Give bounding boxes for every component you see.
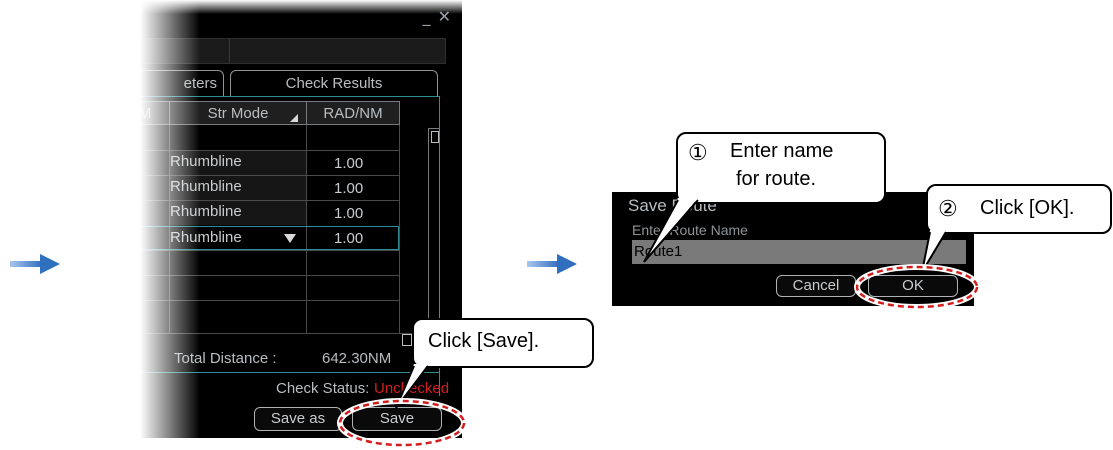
grid-line (140, 250, 400, 251)
column-header-label: M (140, 105, 152, 122)
tab-parameters[interactable]: eters (140, 70, 224, 96)
vertical-scrollbar[interactable] (428, 128, 440, 334)
save-as-button[interactable]: Save as (254, 407, 342, 431)
table-cell-str-mode[interactable]: Rhumbline (170, 201, 242, 223)
callout-text: for route. (736, 168, 817, 190)
cancel-button[interactable]: Cancel (776, 275, 856, 297)
table-cell-str-mode[interactable]: Rhumbline (170, 151, 242, 173)
table-cell-str-mode[interactable]: Rhumbline (170, 227, 242, 249)
callout-tail (921, 230, 947, 273)
total-distance-value: 642.30NM (322, 350, 392, 367)
ok-button[interactable]: OK (868, 275, 958, 297)
flow-arrow-icon (10, 254, 60, 274)
grid-line (399, 125, 400, 333)
check-status-label: Check Status: (276, 380, 370, 397)
column-header-label: Str Mode (207, 105, 269, 122)
step-number: ① (688, 140, 708, 165)
window-controls[interactable]: _ ✕ (423, 7, 453, 26)
callout-step1: ① Enter name for route. (676, 132, 886, 204)
flow-arrow-icon (527, 254, 577, 274)
divider (229, 39, 230, 63)
scroll-thumb[interactable] (431, 131, 439, 143)
grid-line (140, 275, 400, 276)
column-header-label: RAD/NM (323, 105, 383, 122)
table-cell-rad-nm[interactable]: 1.00 (334, 178, 363, 200)
callout-tail (395, 364, 429, 409)
callout-text: Enter name (730, 140, 834, 162)
sort-icon (290, 114, 298, 122)
column-header-rad-nm[interactable]: RAD/NM (306, 101, 400, 125)
table-cell-rad-nm[interactable]: 1.00 (334, 203, 363, 225)
table-cell-rad-nm[interactable]: 1.00 (334, 228, 363, 250)
table-cell-str-mode[interactable]: Rhumbline (170, 176, 242, 198)
step-number: ② (938, 196, 958, 221)
total-distance-label: Total Distance : (174, 350, 277, 367)
callout-tail (643, 198, 699, 263)
column-header-str-mode[interactable]: Str Mode (169, 101, 307, 125)
horizontal-scroll-handle[interactable] (402, 334, 412, 346)
fade-overlay (140, 0, 462, 14)
grid-line (140, 333, 440, 334)
callout-text: Click [Save]. (428, 330, 540, 352)
table-cell-rad-nm[interactable]: 1.00 (334, 153, 363, 175)
callout-step2: ② Click [OK]. (926, 184, 1112, 234)
grid-line (140, 300, 400, 301)
tab-check-results[interactable]: Check Results (230, 70, 438, 96)
dropdown-icon[interactable] (284, 234, 296, 243)
route-name-bar (140, 38, 446, 64)
save-button[interactable]: Save (352, 407, 442, 431)
column-header-partial: M (140, 101, 170, 125)
callout-text: Click [OK]. (980, 197, 1075, 219)
callout-save: Click [Save]. (412, 318, 594, 368)
